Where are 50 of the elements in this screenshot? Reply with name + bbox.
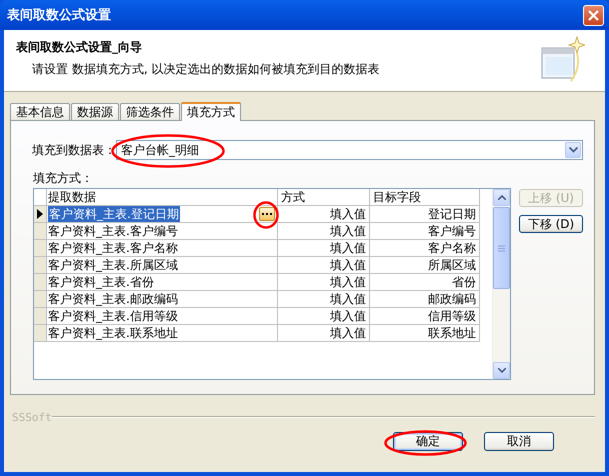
table-cell: 客户资料_主表.省份 [48, 274, 154, 290]
table-cell: 客户资料_主表.登记日期 [48, 206, 180, 222]
column-header[interactable]: 方式 [278, 189, 370, 206]
table-cell: 客户编号 [370, 223, 480, 240]
grip-icon [498, 244, 505, 252]
table-cell: 填入值 [278, 325, 370, 342]
wizard-description: 请设置 数据填充方式, 以决定选出的数据如何被填充到目的数据表 [31, 61, 380, 78]
tab[interactable]: 筛选条件 [120, 103, 180, 120]
ellipsis-button[interactable] [259, 207, 275, 221]
annotation-ellipse [253, 201, 279, 229]
move-down-button[interactable]: 下移 (D) [519, 215, 583, 233]
section-label: 填充方式： [33, 171, 94, 185]
table-cell: 登记日期 [370, 206, 480, 223]
close-icon [588, 10, 599, 20]
tab[interactable]: 数据源 [71, 103, 119, 120]
field-label: 填充到数据表： [32, 142, 116, 158]
table-cell: 客户资料_主表.邮政编码 [48, 291, 178, 307]
table-cell: 客户资料_主表.客户名称 [48, 240, 178, 256]
table-cell: 信用等级 [370, 308, 480, 325]
table-cell: 填入值 [278, 240, 370, 257]
scroll-up-icon [498, 195, 506, 200]
scroll-down-icon [498, 368, 506, 373]
table-cell: 客户资料_主表.所属区域 [48, 257, 178, 273]
table-cell: 填入值 [278, 291, 370, 308]
window-title: 表间取数公式设置 [7, 7, 112, 24]
table-cell: 客户资料_主表.信用等级 [48, 308, 178, 324]
table-cell: 客户资料_主表.客户编号 [48, 223, 178, 239]
tab[interactable]: 填充方式 [181, 102, 241, 121]
scrollbar[interactable] [492, 189, 510, 379]
row-header[interactable] [34, 206, 47, 223]
dots-icon [262, 212, 272, 216]
table-cell: 填入值 [278, 257, 370, 274]
column-header[interactable]: 提取数据 [47, 189, 278, 206]
table-cell: 填入值 [278, 308, 370, 325]
table-cell: 填入值 [278, 274, 370, 291]
wizard-title: 表间取数公式设置_向导 [16, 39, 143, 56]
close-button[interactable] [583, 4, 604, 26]
window-sparkle-icon [541, 35, 585, 83]
table-cell: 填入值 [278, 223, 370, 240]
table-dropdown[interactable]: 客户台帐_明细 [116, 140, 583, 160]
table-cell: 省份 [370, 274, 480, 291]
table-cell: 所属区域 [370, 257, 480, 274]
cancel-button[interactable]: 取消 [484, 432, 554, 451]
table-cell: 联系地址 [370, 325, 480, 342]
table-cell: 客户名称 [370, 240, 480, 257]
tab[interactable]: 基本信息 [10, 103, 70, 120]
table-cell: 填入值 [278, 206, 370, 223]
table-cell: 邮政编码 [370, 291, 480, 308]
table-cell: 客户资料_主表.联系地址 [48, 325, 178, 341]
column-header[interactable]: 目标字段 [370, 189, 480, 206]
